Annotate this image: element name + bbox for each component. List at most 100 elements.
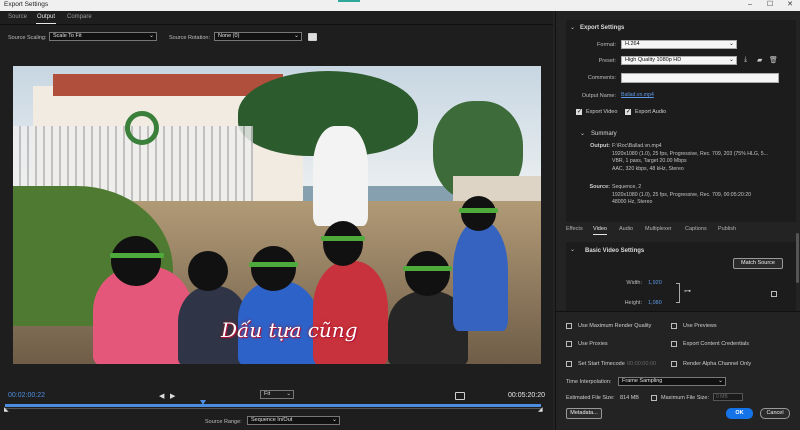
source-scaling-label: Source Scaling:: [8, 35, 47, 41]
video-caption-text: Dấu tựa cũng: [221, 318, 358, 342]
width-height-checkbox[interactable]: [771, 291, 777, 297]
use-previews-checkbox[interactable]: [671, 323, 677, 329]
summary-source-label: Source:: [589, 184, 610, 190]
use-proxies-label: Use Proxies: [578, 341, 608, 347]
chain-link-icon[interactable]: ⊶: [684, 287, 691, 295]
width-value[interactable]: 1,920: [648, 280, 662, 286]
width-label: Width:: [626, 280, 642, 286]
chevron-down-icon[interactable]: ⌄: [580, 130, 585, 137]
export-audio-checkbox[interactable]: [625, 108, 631, 115]
save-preset-icon[interactable]: ⤓: [744, 56, 747, 64]
preview-headband: [249, 262, 298, 267]
chevron-down-icon: ⌄: [728, 57, 734, 63]
export-video-label: Export Video: [586, 109, 618, 115]
export-video-checkbox[interactable]: [576, 108, 582, 115]
ok-button[interactable]: OK: [726, 408, 753, 419]
chevron-down-icon[interactable]: ⌄: [570, 246, 575, 253]
set-out-point-icon[interactable]: ▶: [170, 392, 175, 400]
tab-compare[interactable]: Compare: [67, 14, 92, 20]
cancel-button[interactable]: Cancel: [760, 408, 790, 419]
set-start-timecode-checkbox[interactable]: [566, 361, 572, 367]
in-point-marker[interactable]: ◣: [4, 406, 9, 413]
chevron-down-icon[interactable]: ⌄: [570, 24, 575, 31]
playhead-marker[interactable]: [200, 400, 207, 405]
summary-output-line: 1920x1080 (1.0), 25 fps, Progressive, Re…: [612, 150, 768, 157]
tab-video[interactable]: Video: [593, 226, 607, 235]
max-file-size-input[interactable]: 0 MB: [713, 393, 743, 401]
render-alpha-only-label: Render Alpha Channel Only: [683, 361, 752, 367]
summary-output-label: Output:: [590, 143, 610, 149]
chevron-down-icon: ⌄: [148, 33, 154, 39]
basic-video-settings-panel: ⌄ Basic Video Settings Match Source Widt…: [566, 242, 796, 318]
current-timecode[interactable]: 00:02:00:22: [8, 392, 45, 399]
summary-source-line: 48000 Hz, Stereo: [612, 199, 653, 205]
tab-output[interactable]: Output: [35, 14, 57, 24]
metadata-button[interactable]: Metadata...: [566, 408, 602, 419]
set-in-point-icon[interactable]: ◀: [159, 392, 164, 400]
export-content-credentials-label: Export Content Credentials: [683, 341, 750, 347]
summary-output-text: F:\Roc\Ballad.vn.mp4 1920x1080 (1.0), 25…: [612, 143, 768, 173]
preset-label: Preset:: [598, 58, 616, 64]
height-value[interactable]: 1,080: [648, 300, 662, 306]
maximize-button[interactable]: ☐: [760, 0, 780, 11]
tab-multiplexer[interactable]: Multiplexer: [645, 226, 672, 232]
source-scaling-dropdown[interactable]: Scale To Fit ⌄: [49, 32, 157, 41]
tab-audio[interactable]: Audio: [619, 226, 633, 232]
zoom-value: Fit: [264, 391, 271, 397]
max-file-size-label: Maximum File Size:: [661, 395, 709, 401]
titlebar-accent: [338, 0, 360, 2]
time-interpolation-dropdown[interactable]: Frame Sampling ⌄: [618, 377, 726, 386]
preview-headband: [110, 253, 164, 258]
timeline-track[interactable]: [5, 408, 541, 409]
work-area-bar[interactable]: [5, 404, 541, 407]
title-bar: Export Settings – ☐ ✕: [0, 0, 800, 11]
summary-source-line: 1920x1080 (1.0), 25 fps, Progressive, Re…: [612, 191, 751, 198]
tab-effects[interactable]: Effects: [566, 226, 583, 232]
source-rotation-dropdown[interactable]: None (0) ⌄: [214, 32, 302, 41]
settings-scrollbar[interactable]: [796, 233, 799, 283]
settings-pane: ⌄ Export Settings Format: H.264 ⌄ Preset…: [555, 11, 800, 430]
crop-icon[interactable]: [308, 33, 317, 41]
format-value: H.264: [625, 41, 640, 47]
max-render-quality-checkbox[interactable]: [566, 323, 572, 329]
source-scaling-value: Scale To Fit: [53, 33, 82, 39]
chevron-down-icon: ⌄: [293, 33, 299, 39]
close-button[interactable]: ✕: [780, 0, 800, 11]
preview-headband: [403, 266, 452, 271]
source-range-dropdown[interactable]: Sequence In/Out ⌄: [247, 416, 340, 425]
preset-dropdown[interactable]: High Quality 1080p HD ⌄: [621, 56, 737, 65]
render-options-panel: Use Maximum Render Quality Use Previews …: [556, 311, 800, 430]
preview-child-head: [461, 196, 496, 231]
max-file-size-checkbox[interactable]: [651, 395, 657, 401]
tab-publish[interactable]: Publish: [718, 226, 736, 232]
use-proxies-checkbox[interactable]: [566, 341, 572, 347]
minimize-button[interactable]: –: [740, 0, 760, 11]
source-range-value: Sequence In/Out: [251, 417, 293, 423]
import-preset-icon[interactable]: ▰: [757, 56, 762, 64]
zoom-dropdown[interactable]: Fit ⌄: [260, 390, 294, 399]
chevron-down-icon: ⌄: [717, 378, 723, 384]
preview-child-head: [188, 251, 228, 291]
window-title: Export Settings: [4, 1, 49, 8]
tab-captions[interactable]: Captions: [685, 226, 707, 232]
output-name-link[interactable]: Ballad.vn.mp4: [621, 92, 654, 100]
output-name-label: Output Name:: [581, 93, 616, 99]
export-settings-panel: ⌄ Export Settings Format: H.264 ⌄ Preset…: [566, 20, 796, 222]
render-alpha-only-checkbox[interactable]: [671, 361, 677, 367]
summary-output-line: VBR, 1 pass, Target 20.00 Mbps: [612, 158, 687, 164]
settings-tabs: Effects Video Audio Multiplexer Captions…: [556, 223, 800, 235]
export-content-credentials-checkbox[interactable]: [671, 341, 677, 347]
match-source-button[interactable]: Match Source: [733, 258, 783, 269]
out-point-marker[interactable]: ◢: [538, 406, 543, 413]
time-interpolation-value: Frame Sampling: [622, 378, 663, 384]
format-label: Format:: [597, 42, 616, 48]
basic-video-settings-title: Basic Video Settings: [585, 248, 645, 254]
aspect-ratio-icon[interactable]: [455, 392, 465, 400]
delete-preset-icon[interactable]: 🗑: [769, 56, 778, 64]
format-dropdown[interactable]: H.264 ⌄: [621, 40, 737, 49]
height-label: Height:: [624, 300, 642, 306]
export-settings-title: Export Settings: [580, 25, 625, 31]
set-start-timecode-label: Set Start Timecode: [578, 361, 625, 367]
comments-input[interactable]: [621, 73, 779, 83]
tab-source[interactable]: Source: [8, 14, 27, 20]
